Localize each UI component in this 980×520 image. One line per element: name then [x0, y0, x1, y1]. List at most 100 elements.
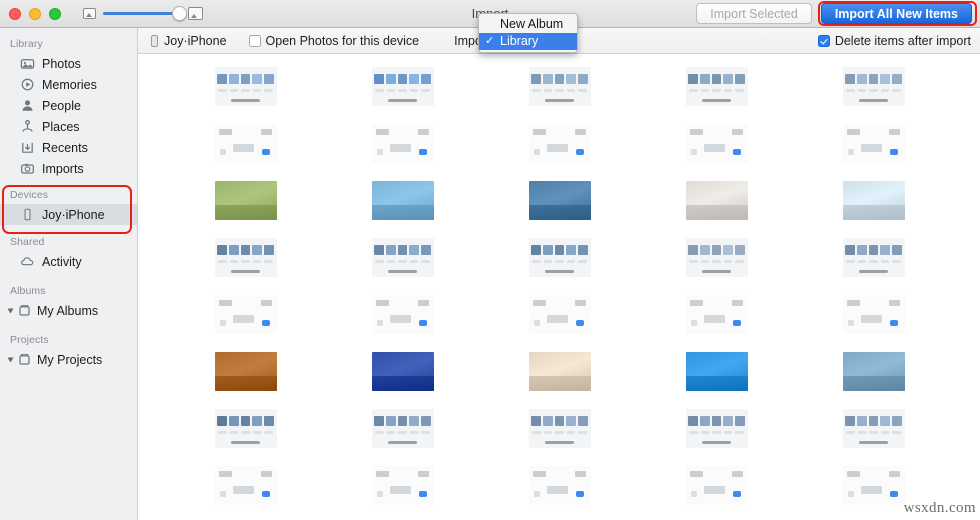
photo-thumbnail[interactable] [371, 466, 434, 505]
photo-cell[interactable] [638, 295, 795, 334]
checkbox-box[interactable] [817, 34, 830, 47]
import-to-menu[interactable]: New Album Library [478, 13, 578, 53]
photo-cell[interactable] [795, 409, 952, 448]
photo-thumbnail[interactable] [528, 238, 591, 277]
photo-thumbnail[interactable] [685, 466, 748, 505]
photo-cell[interactable] [795, 238, 952, 277]
photo-cell[interactable] [481, 466, 638, 505]
photo-cell[interactable] [795, 352, 952, 391]
photo-thumbnail[interactable] [371, 181, 434, 220]
photo-cell[interactable] [481, 181, 638, 220]
zoom-icon[interactable] [49, 7, 61, 20]
minimize-icon[interactable] [29, 7, 41, 20]
sidebar-item-activity[interactable]: Activity [0, 251, 137, 272]
photo-thumbnail[interactable] [842, 238, 905, 277]
photo-thumbnail[interactable] [842, 352, 905, 391]
photo-thumbnail[interactable] [842, 67, 905, 106]
photo-cell[interactable] [638, 466, 795, 505]
photo-cell[interactable] [324, 466, 481, 505]
photo-cell[interactable] [481, 238, 638, 277]
photo-thumbnail[interactable] [528, 352, 591, 391]
import-all-new-items-button[interactable]: Import All New Items [820, 3, 972, 24]
photo-cell[interactable] [638, 352, 795, 391]
photo-thumbnail[interactable] [214, 124, 277, 163]
sidebar-item-imports[interactable]: Imports [0, 158, 137, 179]
photo-thumbnail[interactable] [842, 295, 905, 334]
photo-thumbnail[interactable] [214, 409, 277, 448]
sidebar-item-memories[interactable]: Memories [0, 74, 137, 95]
menu-item-library[interactable]: Library [479, 33, 577, 50]
photo-thumbnail[interactable] [214, 238, 277, 277]
photo-cell[interactable] [167, 409, 324, 448]
photo-thumbnail[interactable] [528, 409, 591, 448]
sidebar-item-my-albums[interactable]: My Albums [0, 300, 137, 321]
photo-cell[interactable] [795, 181, 952, 220]
photo-cell[interactable] [638, 181, 795, 220]
sidebar-item-my-projects[interactable]: My Projects [0, 349, 137, 370]
photo-cell[interactable] [481, 352, 638, 391]
photo-cell[interactable] [167, 295, 324, 334]
photo-cell[interactable] [167, 181, 324, 220]
sidebar-item-joy-iphone[interactable]: Joy·iPhone [0, 204, 137, 225]
checkbox-box[interactable] [248, 34, 261, 47]
photo-cell[interactable] [324, 124, 481, 163]
photo-thumbnail[interactable] [214, 181, 277, 220]
photo-thumbnail[interactable] [842, 409, 905, 448]
photo-thumbnail[interactable] [371, 352, 434, 391]
photo-cell[interactable] [167, 67, 324, 106]
sidebar-item-recents[interactable]: Recents [0, 137, 137, 158]
photo-cell[interactable] [638, 238, 795, 277]
photo-cell[interactable] [481, 295, 638, 334]
photo-thumbnail[interactable] [371, 409, 434, 448]
open-photos-checkbox[interactable]: Open Photos for this device [248, 34, 419, 48]
chevron-down-icon[interactable] [7, 308, 14, 313]
sidebar-item-places[interactable]: Places [0, 116, 137, 137]
photo-cell[interactable] [324, 67, 481, 106]
photo-cell[interactable] [167, 124, 324, 163]
photo-thumbnail[interactable] [528, 124, 591, 163]
photo-thumbnail[interactable] [685, 238, 748, 277]
photo-thumbnail[interactable] [685, 67, 748, 106]
photo-thumbnail[interactable] [685, 352, 748, 391]
photo-cell[interactable] [167, 352, 324, 391]
photo-cell[interactable] [638, 124, 795, 163]
delete-after-import-checkbox[interactable]: Delete items after import [817, 34, 971, 48]
menu-item-new-album[interactable]: New Album [479, 16, 577, 33]
chevron-down-icon[interactable] [7, 357, 14, 362]
import-selected-button[interactable]: Import Selected [696, 3, 812, 24]
photo-thumbnail[interactable] [528, 295, 591, 334]
photo-thumbnail[interactable] [214, 466, 277, 505]
photo-thumbnail[interactable] [685, 295, 748, 334]
photo-cell[interactable] [324, 181, 481, 220]
photo-thumbnail[interactable] [685, 409, 748, 448]
photo-thumbnail[interactable] [528, 466, 591, 505]
photo-cell[interactable] [795, 295, 952, 334]
slider-knob[interactable] [172, 5, 187, 21]
photo-thumbnail[interactable] [842, 124, 905, 163]
photo-cell[interactable] [324, 409, 481, 448]
photo-cell[interactable] [481, 67, 638, 106]
photo-cell[interactable] [481, 409, 638, 448]
photo-cell[interactable] [324, 295, 481, 334]
photo-thumbnail[interactable] [528, 181, 591, 220]
photo-thumbnail[interactable] [214, 352, 277, 391]
photo-thumbnail[interactable] [371, 124, 434, 163]
photo-cell[interactable] [795, 67, 952, 106]
thumbnail-size-slider[interactable] [83, 5, 203, 21]
photo-thumbnail[interactable] [528, 67, 591, 106]
sidebar-item-people[interactable]: People [0, 95, 137, 116]
photo-cell[interactable] [324, 352, 481, 391]
photo-cell[interactable] [481, 124, 638, 163]
photo-thumbnail[interactable] [214, 67, 277, 106]
close-icon[interactable] [9, 7, 21, 20]
photo-thumbnail[interactable] [685, 124, 748, 163]
photo-cell[interactable] [638, 67, 795, 106]
photo-cell[interactable] [167, 238, 324, 277]
photo-thumbnail[interactable] [842, 466, 905, 505]
photo-thumbnail[interactable] [371, 238, 434, 277]
photo-thumbnail[interactable] [842, 181, 905, 220]
photo-cell[interactable] [324, 238, 481, 277]
photo-cell[interactable] [795, 124, 952, 163]
sidebar-item-photos[interactable]: Photos [0, 53, 137, 74]
photo-thumbnail[interactable] [685, 181, 748, 220]
